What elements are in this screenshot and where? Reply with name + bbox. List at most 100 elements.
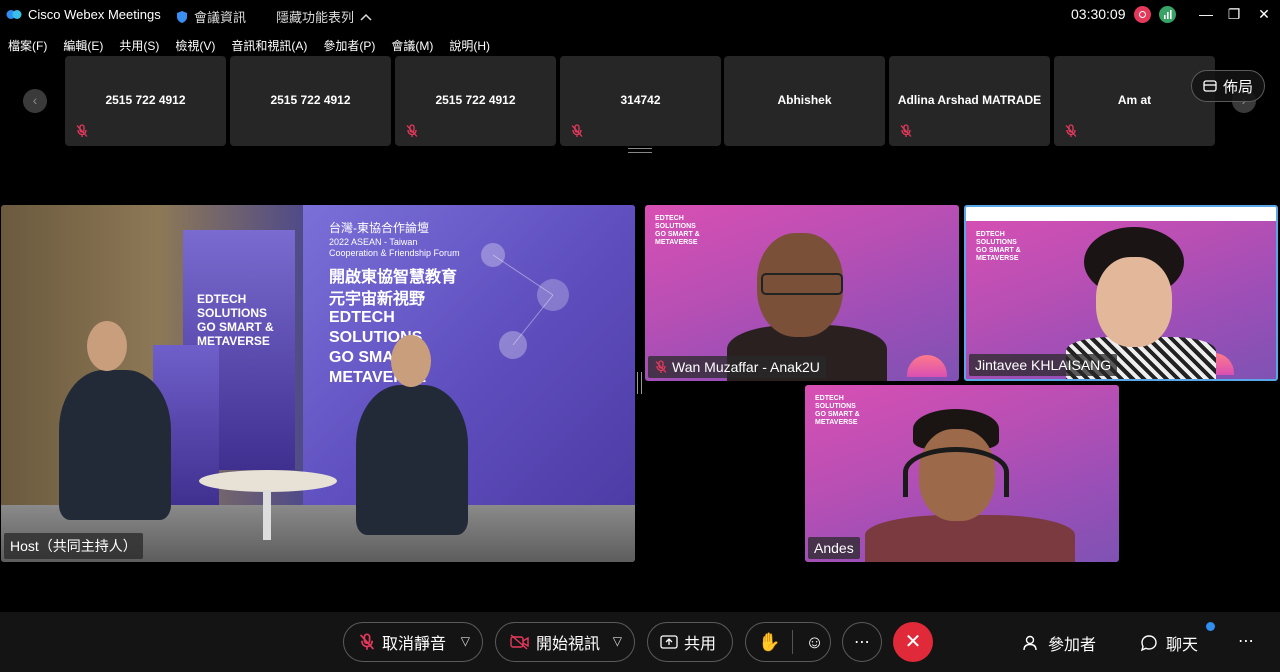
menu-share[interactable]: 共用(S) bbox=[111, 34, 167, 54]
participant-head bbox=[1096, 257, 1172, 347]
speaker-left bbox=[59, 370, 171, 520]
participants-panel-button[interactable]: 參加者 bbox=[1022, 631, 1096, 655]
muted-mic-icon bbox=[571, 124, 583, 137]
chevron-up-icon bbox=[360, 13, 372, 21]
backdrop-text: EDTECH SOLUTIONS GO SMART & METAVERSE bbox=[815, 395, 860, 426]
strip-resize-handle[interactable] bbox=[628, 148, 652, 153]
muted-mic-icon bbox=[359, 633, 375, 650]
title-bar: Cisco Webex Meetings 會議資訊 隱藏功能表列 03:30:0… bbox=[0, 0, 1280, 30]
video-name-text: Wan Muzaffar - Anak2U bbox=[672, 359, 820, 375]
start-video-button[interactable]: 開始視訊 ▽ bbox=[495, 622, 635, 662]
video-name-label: Wan Muzaffar - Anak2U bbox=[648, 356, 826, 378]
shield-icon bbox=[177, 10, 187, 23]
chevron-down-icon[interactable]: ▽ bbox=[461, 634, 470, 648]
round-table bbox=[199, 470, 337, 492]
muted-mic-icon bbox=[406, 124, 418, 137]
more-options-button[interactable]: ⋯ bbox=[842, 622, 882, 662]
video-top-band bbox=[966, 207, 1276, 221]
participant-tile[interactable]: 2515 722 4912 bbox=[230, 56, 391, 146]
restore-button[interactable]: ❐ bbox=[1222, 3, 1246, 25]
divider bbox=[792, 630, 794, 654]
muted-mic-icon bbox=[76, 124, 88, 137]
recording-icon[interactable] bbox=[1134, 6, 1151, 23]
video-name-label: Jintavee KHLAISANG bbox=[969, 354, 1118, 376]
more-panels-button[interactable]: ⋯ bbox=[1238, 631, 1254, 651]
menu-file[interactable]: 檔案(F) bbox=[0, 34, 55, 54]
video-off-icon bbox=[510, 634, 529, 650]
emoji-reaction-icon[interactable]: ☺ bbox=[805, 632, 823, 653]
participant-tile[interactable]: 2515 722 4912 bbox=[65, 56, 226, 146]
molecule-graphic bbox=[481, 243, 569, 359]
participants-label: 參加者 bbox=[1048, 637, 1097, 654]
share-button[interactable]: 共用 bbox=[647, 622, 733, 662]
muted-mic-icon bbox=[655, 360, 667, 373]
speaker-right-head bbox=[391, 335, 431, 387]
chat-label: 聊天 bbox=[1166, 637, 1199, 654]
chat-bubble-icon bbox=[1140, 635, 1157, 652]
video-name-label: Andes bbox=[808, 537, 860, 559]
more-icon: ⋯ bbox=[854, 634, 870, 651]
participant-strip: ‹ 2515 722 4912 2515 722 4912 2515 722 4… bbox=[0, 56, 1280, 153]
speaker-right bbox=[356, 385, 468, 535]
minimize-button[interactable]: — bbox=[1194, 3, 1218, 25]
participant-body bbox=[865, 515, 1075, 562]
backdrop-sun bbox=[907, 355, 947, 377]
muted-mic-icon bbox=[1065, 124, 1077, 137]
video-participant[interactable]: EDTECH SOLUTIONS GO SMART & METAVERSE Wa… bbox=[645, 205, 959, 381]
meeting-info-label: 會議資訊 bbox=[194, 10, 247, 25]
network-health-icon[interactable] bbox=[1159, 6, 1176, 23]
close-window-button[interactable]: ✕ bbox=[1252, 3, 1276, 25]
speaker-left-head bbox=[87, 321, 127, 371]
participant-tile[interactable]: Am at bbox=[1054, 56, 1215, 146]
headset bbox=[903, 447, 1009, 497]
webex-logo-icon bbox=[6, 10, 22, 19]
menu-edit[interactable]: 編輯(E) bbox=[55, 34, 111, 54]
chevron-down-icon[interactable]: ▽ bbox=[613, 634, 622, 648]
app-title: Cisco Webex Meetings bbox=[28, 7, 161, 22]
participant-name: 2515 722 4912 bbox=[270, 93, 351, 107]
participant-tile[interactable]: Adlina Arshad MATRADE bbox=[889, 56, 1050, 146]
layout-button[interactable]: 佈局 bbox=[1191, 70, 1265, 102]
participant-name: Abhishek bbox=[777, 93, 832, 107]
pane-resize-handle[interactable] bbox=[637, 372, 642, 394]
menu-help[interactable]: 說明(H) bbox=[441, 34, 498, 54]
share-label: 共用 bbox=[684, 636, 717, 653]
participant-tile[interactable]: 314742 bbox=[560, 56, 721, 146]
participant-tile[interactable]: Abhishek bbox=[724, 56, 885, 146]
meeting-info-button[interactable]: 會議資訊 bbox=[176, 7, 246, 26]
unmute-button[interactable]: 取消靜音 ▽ bbox=[343, 622, 483, 662]
backdrop-text: EDTECH SOLUTIONS GO SMART & METAVERSE bbox=[655, 215, 700, 246]
menu-view[interactable]: 檢視(V) bbox=[167, 34, 223, 54]
person-icon bbox=[1023, 635, 1037, 651]
video-name-text: Andes bbox=[814, 540, 854, 556]
raise-hand-icon[interactable]: ✋ bbox=[758, 632, 780, 653]
menu-meeting[interactable]: 會議(M) bbox=[383, 34, 441, 54]
participant-name: 314742 bbox=[620, 93, 661, 107]
video-active-speaker[interactable]: EDTECH SOLUTIONS GO SMART & METAVERSE Ji… bbox=[964, 205, 1278, 381]
video-name-label: Host（共同主持人） bbox=[4, 533, 143, 559]
muted-mic-icon bbox=[900, 124, 912, 137]
table-leg bbox=[263, 490, 271, 540]
end-call-button[interactable]: ✕ bbox=[893, 622, 933, 662]
layout-grid-icon bbox=[1203, 80, 1217, 92]
menu-bar: 檔案(F) 編輯(E) 共用(S) 檢視(V) 音訊和視訊(A) 參加者(P) … bbox=[0, 34, 498, 54]
hide-menu-bar-button[interactable]: 隱藏功能表列 bbox=[276, 7, 372, 26]
video-name-text: Jintavee KHLAISANG bbox=[975, 357, 1112, 373]
video-participant[interactable]: EDTECH SOLUTIONS GO SMART & METAVERSE An… bbox=[805, 385, 1119, 562]
participant-name: Am at bbox=[1117, 93, 1152, 107]
meeting-controls: 取消靜音 ▽ 開始視訊 ▽ 共用 ✋ ☺ ⋯ ✕ 參加者 聊天 ⋯ bbox=[0, 612, 1280, 672]
start-video-label: 開始視訊 bbox=[536, 636, 601, 653]
scroll-left-button[interactable]: ‹ bbox=[23, 89, 47, 113]
video-host[interactable]: EDTECH SOLUTIONS GO SMART & METAVERSE 台灣… bbox=[1, 205, 635, 562]
participant-name: Adlina Arshad MATRADE bbox=[897, 93, 1042, 107]
menu-participants[interactable]: 參加者(P) bbox=[315, 34, 383, 54]
participant-tile[interactable]: 2515 722 4912 bbox=[395, 56, 556, 146]
chat-panel-button[interactable]: 聊天 bbox=[1140, 631, 1198, 655]
unmute-label: 取消靜音 bbox=[382, 636, 447, 653]
video-name-text: Host（共同主持人） bbox=[10, 538, 137, 554]
chat-notification-badge bbox=[1206, 622, 1215, 631]
participant-name: 2515 722 4912 bbox=[435, 93, 516, 107]
reactions-group: ✋ ☺ bbox=[745, 622, 831, 662]
menu-audio-video[interactable]: 音訊和視訊(A) bbox=[223, 34, 315, 54]
glasses bbox=[761, 273, 843, 295]
